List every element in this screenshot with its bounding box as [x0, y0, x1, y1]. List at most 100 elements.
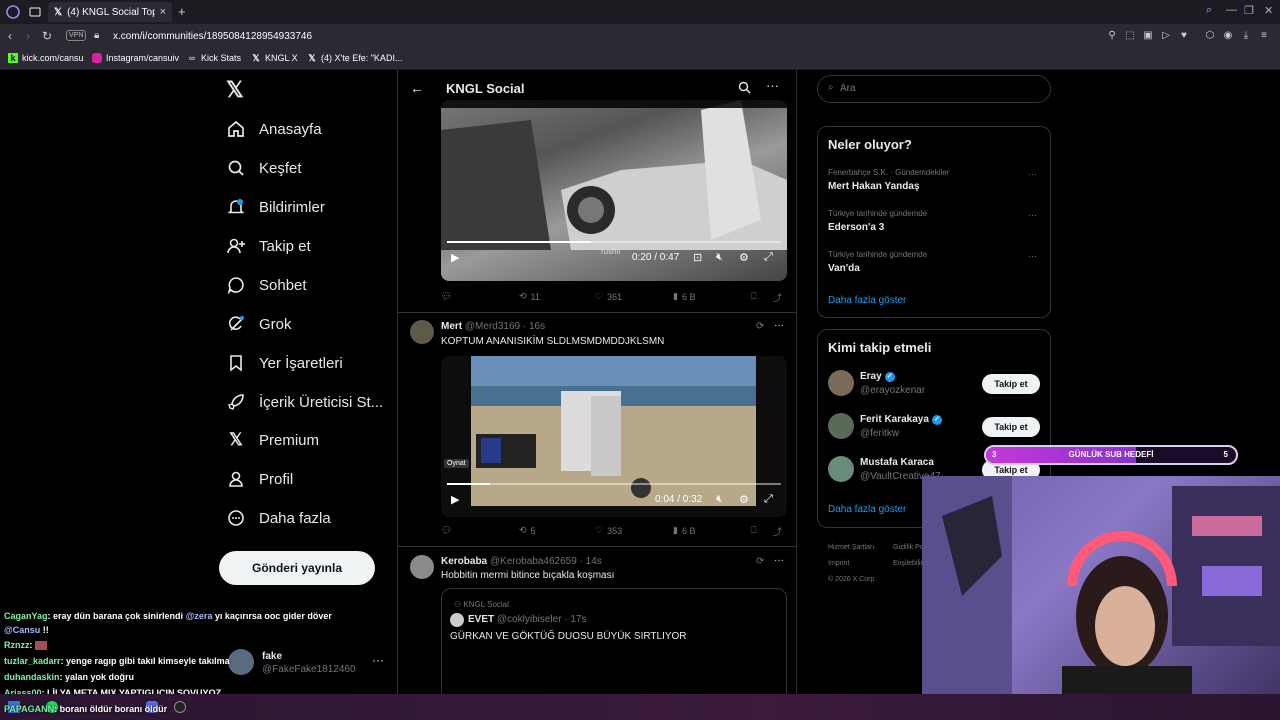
reload-icon[interactable]: ↻ [42, 29, 52, 43]
sidebar-item-more[interactable]: Daha fazla [226, 506, 331, 530]
quote-text: GÜRKAN VE GÖKTÜĞ DUOSU BÜYÜK SIRTLIYOR [450, 631, 687, 642]
x-logo-icon[interactable]: 𝕏 [226, 79, 248, 101]
more-dots-icon[interactable]: ··· [774, 320, 784, 331]
reply-icon[interactable]: 💬︎ [441, 291, 452, 302]
search-tabs-icon[interactable]: ⌕ [1206, 4, 1212, 17]
show-more-link[interactable]: Daha fazla göster [828, 504, 906, 515]
grok-icon [226, 314, 246, 334]
minimize-icon[interactable]: — [1226, 4, 1237, 16]
share-icon[interactable]: ⤴ [773, 291, 782, 304]
retweet-button[interactable]: ⟲ 5 [519, 525, 536, 536]
player-icon[interactable]: ▷ [1160, 30, 1172, 42]
video-progress-bar[interactable] [447, 483, 781, 485]
new-tab-button[interactable]: + [178, 4, 186, 19]
share-icon[interactable]: ⤴ [773, 525, 782, 538]
suggested-user-name[interactable]: Eray ✓ [860, 371, 895, 382]
vpn-badge[interactable]: VPN [66, 30, 87, 41]
close-window-icon[interactable]: ✕ [1264, 4, 1273, 17]
settings-icon[interactable]: ⚙ [739, 493, 749, 506]
captions-icon[interactable]: ⊡ [693, 251, 702, 264]
bookmark-kngl-x[interactable]: 𝕏 KNGL X [251, 53, 297, 63]
download-icon[interactable]: ⤓ [1240, 30, 1252, 42]
search-icon[interactable] [738, 81, 751, 94]
follow-button[interactable]: Takip et [982, 374, 1040, 394]
bookmark-instagram[interactable]: Instagram/cansuiv [92, 53, 179, 63]
views-button[interactable]: ▮ 6 B [673, 291, 695, 302]
play-icon[interactable]: ▶ [451, 493, 459, 506]
more-dots-icon[interactable]: ··· [774, 555, 784, 566]
sidebar-item-explore[interactable]: Keşfet [226, 156, 302, 180]
more-dots-icon[interactable]: ··· [1028, 169, 1037, 179]
like-button[interactable]: ♡ 361 [595, 291, 622, 302]
views-button[interactable]: ▮ 6 B [673, 525, 695, 536]
sidebar-item-bookmarks[interactable]: Yer İşaretleri [226, 351, 343, 375]
trends-title: Neler oluyor? [828, 137, 912, 152]
show-more-link[interactable]: Daha fazla göster [828, 295, 906, 306]
grok-icon[interactable]: ⟳ [756, 321, 764, 332]
avatar[interactable] [828, 456, 854, 482]
fullscreen-icon[interactable]: ⤢ [764, 493, 773, 506]
tweet-author[interactable]: Kerobaba @Kerobaba462659 · 14s [441, 556, 602, 567]
sidebar-item-creator-studio[interactable]: İçerik Üreticisi St... [226, 390, 383, 414]
browser-logo-icon[interactable] [6, 5, 20, 19]
play-icon[interactable]: ▶ [451, 251, 459, 264]
tweet-author[interactable]: Mert @Merd3169 · 16s [441, 321, 545, 332]
video-progress-bar[interactable] [447, 241, 781, 243]
avatar[interactable] [828, 370, 854, 396]
retweet-button[interactable]: ⟲ 11 [519, 291, 540, 302]
bookmark-efe[interactable]: 𝕏 (4) X'te Efe: "KADI... [307, 53, 402, 63]
mute-icon[interactable]: 🔇︎ [716, 493, 723, 506]
avatar[interactable] [828, 413, 854, 439]
more-dots-icon[interactable]: ··· [766, 78, 779, 93]
follow-button[interactable]: Takip et [982, 417, 1040, 437]
more-dots-icon[interactable]: ··· [1028, 251, 1037, 261]
settings-icon[interactable]: ⚙ [739, 251, 749, 264]
video-player[interactable]: rushil ▶ 0:20 / 0:47 ⊡ 🔇︎ ⚙ ⤢ [441, 100, 787, 281]
bookmark-kick-stats[interactable]: ∞ Kick Stats [187, 53, 241, 63]
url-bar[interactable]: x.com/i/communities/1895084128954933746 [113, 31, 312, 42]
bookmark-kick[interactable]: k kick.com/cansu [8, 53, 84, 63]
menu-icon[interactable]: ≡ [1258, 30, 1270, 42]
avatar[interactable] [410, 320, 434, 344]
more-dots-icon[interactable]: ··· [1028, 210, 1037, 220]
grok-icon[interactable]: ⟳ [756, 556, 764, 567]
suggested-user-name[interactable]: Ferit Karakaya ✓ [860, 414, 942, 425]
post-button[interactable]: Gönderi yayınla [219, 551, 375, 585]
screenshot-icon[interactable]: ⬚ [1124, 30, 1136, 42]
sidebar-item-grok[interactable]: Grok [226, 312, 292, 336]
suggested-user-name[interactable]: Mustafa Karaca [860, 457, 934, 468]
search-input[interactable]: ⌕ Ara [817, 75, 1051, 103]
video-player[interactable]: Oynat ▶ 0:04 / 0:32 🔇︎ ⚙ ⤢ [441, 356, 787, 517]
back-icon[interactable]: ‹ [8, 29, 12, 43]
tab-active[interactable]: 𝕏 (4) KNGL Social Topluluk × [48, 2, 172, 22]
bookmark-icon[interactable]: ⎕ [751, 525, 756, 536]
bookmark-icon[interactable]: ⎕ [751, 291, 756, 302]
trend-item[interactable]: Van'da [828, 263, 860, 274]
tab-list-icon[interactable] [28, 5, 42, 19]
like-button[interactable]: ♡ 353 [595, 525, 622, 536]
sidebar-item-home[interactable]: Anasayfa [226, 117, 322, 141]
tab-close-icon[interactable]: × [160, 6, 166, 18]
sidebar-item-notifications[interactable]: Bildirimler [226, 195, 325, 219]
wallet-icon[interactable]: ▣ [1142, 30, 1154, 42]
avatar[interactable] [410, 555, 434, 579]
forward-icon[interactable]: › [26, 29, 30, 43]
reply-icon[interactable]: 💬︎ [441, 525, 452, 536]
sidebar-item-follow[interactable]: Takip et [226, 234, 311, 258]
trend-item[interactable]: Mert Hakan Yandaş [828, 181, 920, 192]
video-time: 0:20 / 0:47 [632, 252, 680, 263]
back-arrow-icon[interactable]: ← [410, 80, 424, 96]
obs-icon[interactable] [174, 701, 186, 713]
pin-icon[interactable]: ⚲ [1106, 30, 1118, 42]
sidebar-item-premium[interactable]: 𝕏 Premium [226, 428, 319, 452]
account-icon[interactable]: ◉ [1222, 30, 1234, 42]
fullscreen-icon[interactable]: ⤢ [764, 251, 773, 264]
heart-icon[interactable]: ♥ [1178, 30, 1190, 42]
extensions-icon[interactable]: ⬡ [1204, 30, 1216, 42]
sidebar-item-chat[interactable]: Sohbet [226, 273, 307, 297]
sidebar-item-profile[interactable]: Profil [226, 467, 293, 491]
restore-icon[interactable]: ❐ [1244, 4, 1254, 17]
lock-icon[interactable]: 🔒︎ [94, 30, 99, 41]
mute-icon[interactable]: 🔇︎ [716, 251, 723, 264]
trend-item[interactable]: Ederson'a 3 [828, 222, 884, 233]
